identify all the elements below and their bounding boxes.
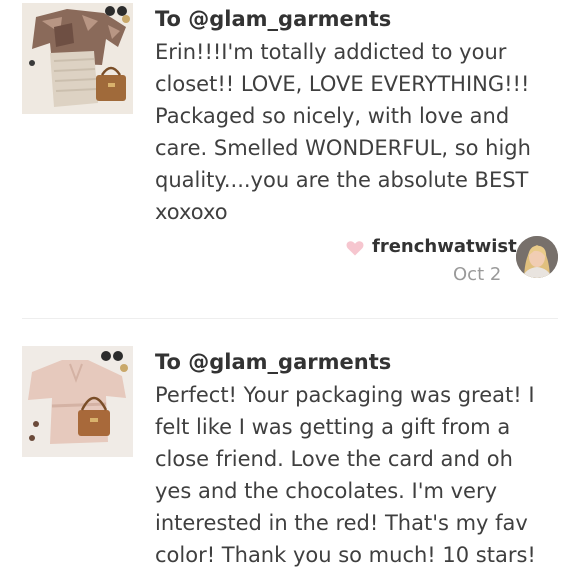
review-text-line: Packaged so nicely, with love and xyxy=(155,104,510,128)
review-text-line: care. Smelled WONDERFUL, so high xyxy=(155,136,531,160)
review-text-line: quality....you are the absolute BEST xyxy=(155,168,529,192)
heart-icon[interactable] xyxy=(345,238,365,258)
review-text-line: close friend. Love the card and oh xyxy=(155,447,513,471)
review-text: Erin!!!I'm totally addicted to your clos… xyxy=(155,36,560,228)
review-text-line: yes and the chocolates. I'm very xyxy=(155,479,498,503)
review-text-line: closet!! LOVE, LOVE EVERYTHING!!! xyxy=(155,72,530,96)
reviewer-username[interactable]: frenchwatwist xyxy=(372,236,517,257)
review-text-line: Erin!!!I'm totally addicted to your xyxy=(155,40,507,64)
review-recipient: To @glam_garments xyxy=(155,7,392,31)
product-thumbnail[interactable] xyxy=(22,3,133,114)
review-text-line: felt like I was getting a gift from a xyxy=(155,415,511,439)
review-recipient: To @glam_garments xyxy=(155,350,392,374)
review-divider xyxy=(22,318,558,319)
product-thumbnail[interactable] xyxy=(22,346,133,457)
reviews-page: To @glam_garments Erin!!!I'm totally add… xyxy=(0,0,580,580)
review-text: Perfect! Your packaging was great! I fel… xyxy=(155,379,560,571)
review-text-line: Perfect! Your packaging was great! I xyxy=(155,383,535,407)
avatar[interactable] xyxy=(516,236,558,278)
review-text-line: color! Thank you so much! 10 stars! xyxy=(155,543,536,567)
review-date: Oct 2 xyxy=(453,264,502,285)
review-text-line: xoxoxo xyxy=(155,200,228,224)
review-text-line: interested in the red! That's my fav xyxy=(155,511,528,535)
